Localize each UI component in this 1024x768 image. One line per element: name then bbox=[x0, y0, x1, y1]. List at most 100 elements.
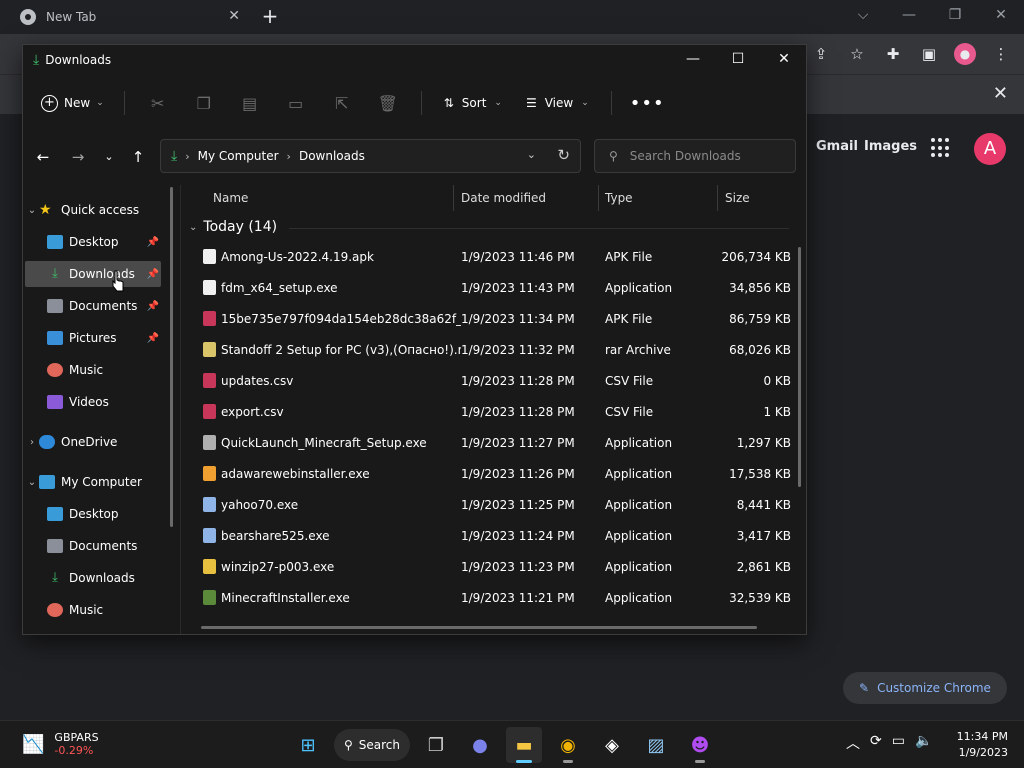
side-panel-icon[interactable]: ▣ bbox=[914, 40, 944, 68]
minimize-button[interactable]: — bbox=[886, 0, 932, 34]
google-apps-icon[interactable] bbox=[931, 138, 951, 158]
gmail-link[interactable]: Gmail bbox=[816, 139, 858, 154]
nav-mc-documents[interactable]: Documents bbox=[25, 533, 161, 559]
show-hidden-icons-chevron[interactable]: ︿ bbox=[846, 733, 860, 753]
file-explorer-window: ⤓ Downloads — ☐ ✕ + New ⌄ ✂ ❐ ▤ ▭ ⇱ 🗑 ⇅ … bbox=[22, 44, 807, 635]
explorer-maximize-button[interactable]: ☐ bbox=[715, 45, 761, 75]
start-button[interactable]: ⊞ bbox=[290, 727, 326, 763]
address-bar[interactable]: ⤓ › My Computer › Downloads ⌄ ↻ bbox=[160, 139, 581, 173]
close-button[interactable]: ✕ bbox=[978, 0, 1024, 34]
file-row[interactable]: QuickLaunch_Minecraft_Setup.exe 1/9/2023 … bbox=[181, 427, 806, 458]
share-icon[interactable]: ⇪ bbox=[806, 40, 836, 68]
sort-button[interactable]: ⇅ Sort ⌄ bbox=[444, 96, 502, 110]
file-explorer-taskbar-button[interactable]: ▬ bbox=[506, 727, 542, 763]
restore-button[interactable]: ❐ bbox=[932, 0, 978, 34]
file-size: 8,441 KB bbox=[736, 497, 791, 512]
volume-icon[interactable]: 🔈 bbox=[915, 733, 932, 753]
profile-avatar-icon[interactable]: ● bbox=[954, 43, 976, 65]
address-dropdown-icon[interactable]: ⌄ bbox=[527, 148, 536, 161]
extensions-icon[interactable]: ✚ bbox=[878, 40, 908, 68]
new-tab-button[interactable]: + bbox=[258, 4, 282, 28]
view-icon: ☰ bbox=[525, 96, 537, 110]
horizontal-scrollbar[interactable] bbox=[201, 626, 757, 629]
download-arrow-icon: ⤓ bbox=[171, 148, 178, 164]
nav-documents[interactable]: Documents 📌 bbox=[25, 293, 161, 319]
search-label: Search bbox=[358, 738, 401, 752]
cut-icon[interactable]: ✂ bbox=[135, 94, 181, 113]
rename-icon[interactable]: ▭ bbox=[273, 94, 319, 113]
vertical-scrollbar[interactable] bbox=[798, 247, 801, 487]
nav-music[interactable]: Music bbox=[25, 357, 161, 383]
tab-search-button[interactable]: ⌵ bbox=[840, 0, 886, 34]
file-row[interactable]: Standoff 2 Setup for PC (v3),(Опасно!).r… bbox=[181, 334, 806, 365]
file-date: 1/9/2023 11:25 PM bbox=[461, 497, 575, 512]
forward-arrow-icon[interactable]: → bbox=[64, 145, 92, 169]
file-row[interactable]: fdm_x64_setup.exe 1/9/2023 11:43 PM Applic… bbox=[181, 272, 806, 303]
photos-taskbar-button[interactable]: ▨ bbox=[638, 727, 674, 763]
file-row[interactable]: winzip27-p003.exe 1/9/2023 11:23 PM Applic… bbox=[181, 551, 806, 582]
taskbar-search[interactable]: ⚲ Search bbox=[334, 729, 410, 761]
file-row[interactable]: Among-Us-2022.4.19.apk 1/9/2023 11:46 PM A… bbox=[181, 241, 806, 272]
sync-icon[interactable]: ⟳ bbox=[870, 733, 882, 753]
column-header-size[interactable]: Size bbox=[725, 185, 750, 211]
chrome-menu-icon[interactable]: ⋮ bbox=[986, 40, 1016, 68]
paste-icon[interactable]: ▤ bbox=[227, 94, 273, 113]
infobar-close-icon[interactable]: ✕ bbox=[993, 83, 1008, 104]
explorer-close-button[interactable]: ✕ bbox=[761, 45, 806, 75]
search-input[interactable] bbox=[629, 149, 780, 163]
search-box[interactable]: ⚲ bbox=[594, 139, 796, 173]
delete-icon[interactable]: 🗑 bbox=[365, 94, 411, 113]
copy-icon[interactable]: ❐ bbox=[181, 94, 227, 113]
chrome-tabstrip: New Tab ✕ + ⌵ — ❐ ✕ bbox=[0, 0, 1024, 34]
back-arrow-icon[interactable]: ← bbox=[29, 145, 57, 169]
clock[interactable]: 11:34 PM 1/9/2023 bbox=[950, 729, 1008, 761]
file-row[interactable]: updates.csv 1/9/2023 11:28 PM CSV File 0 KB bbox=[181, 365, 806, 396]
group-header-today[interactable]: ⌄ Today (14) bbox=[189, 219, 277, 235]
refresh-icon[interactable]: ↻ bbox=[557, 146, 570, 164]
up-arrow-icon[interactable]: ↑ bbox=[124, 145, 152, 169]
nav-mc-downloads[interactable]: ⤓ Downloads bbox=[25, 565, 161, 591]
file-row[interactable]: bearshare525.exe 1/9/2023 11:24 PM Applica… bbox=[181, 520, 806, 551]
more-options-icon[interactable]: ••• bbox=[630, 93, 665, 114]
file-row[interactable]: MinecraftInstaller.exe 1/9/2023 11:21 PM A… bbox=[181, 582, 806, 613]
new-button[interactable]: + New ⌄ bbox=[41, 94, 104, 112]
share-icon[interactable]: ⇱ bbox=[319, 94, 365, 113]
nav-label: OneDrive bbox=[61, 435, 118, 449]
nav-pictures[interactable]: Pictures 📌 bbox=[25, 325, 161, 351]
nav-desktop[interactable]: Desktop 📌 bbox=[25, 229, 161, 255]
breadcrumb-downloads[interactable]: Downloads bbox=[299, 149, 365, 163]
chrome-taskbar-button[interactable]: ◉ bbox=[550, 727, 586, 763]
teams-chat-button[interactable]: ● bbox=[462, 727, 498, 763]
explorer-minimize-button[interactable]: — bbox=[670, 45, 716, 75]
avast-taskbar-button[interactable]: ◈ bbox=[594, 727, 630, 763]
tab-close-icon[interactable]: ✕ bbox=[228, 8, 240, 24]
yahoo-taskbar-button[interactable]: ☻ bbox=[682, 727, 718, 763]
recent-locations-icon[interactable]: ⌄ bbox=[95, 145, 123, 169]
file-row[interactable]: adawarewebinstaller.exe 1/9/2023 11:26 PM… bbox=[181, 458, 806, 489]
nav-quick-access[interactable]: ⌄ ★ Quick access bbox=[25, 197, 161, 223]
file-type: CSV File bbox=[605, 404, 654, 419]
nav-mc-desktop[interactable]: Desktop bbox=[25, 501, 161, 527]
nav-downloads[interactable]: ⤓ Downloads 📌 bbox=[25, 261, 161, 287]
nav-pane-scrollbar[interactable] bbox=[170, 187, 173, 527]
nav-videos[interactable]: Videos bbox=[25, 389, 161, 415]
file-row[interactable]: export.csv 1/9/2023 11:28 PM CSV File 1 KB bbox=[181, 396, 806, 427]
nav-my-computer[interactable]: ⌄ My Computer bbox=[25, 469, 161, 495]
view-button[interactable]: ☰ View ⌄ bbox=[526, 96, 589, 110]
file-row[interactable]: 15be735e797f094da154eb28dc38a62f_Ge...1/… bbox=[181, 303, 806, 334]
bookmark-star-icon[interactable]: ☆ bbox=[842, 40, 872, 68]
network-icon[interactable]: ▭ bbox=[892, 733, 905, 753]
column-header-date[interactable]: Date modified bbox=[461, 185, 546, 211]
task-view-button[interactable]: ❐ bbox=[418, 727, 454, 763]
customize-chrome-button[interactable]: ✎ Customize Chrome bbox=[843, 672, 1007, 704]
images-link[interactable]: Images bbox=[864, 139, 917, 154]
file-row[interactable]: yahoo70.exe 1/9/2023 11:25 PM Application 8… bbox=[181, 489, 806, 520]
breadcrumb-my-computer[interactable]: My Computer bbox=[198, 149, 279, 163]
nav-onedrive[interactable]: › OneDrive bbox=[25, 429, 161, 455]
tab-new-tab[interactable]: New Tab ✕ bbox=[8, 0, 248, 34]
google-account-avatar[interactable]: A bbox=[974, 133, 1006, 165]
column-header-name[interactable]: Name bbox=[213, 185, 248, 211]
nav-mc-music[interactable]: Music bbox=[25, 597, 161, 623]
column-header-type[interactable]: Type bbox=[605, 185, 633, 211]
stock-widget[interactable]: 📉 GBPARS -0.29% bbox=[22, 731, 99, 757]
